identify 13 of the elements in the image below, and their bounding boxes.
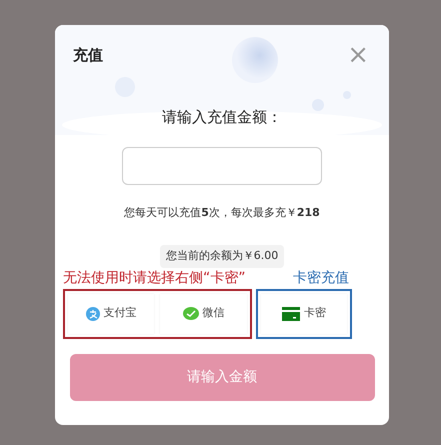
amount-prompt: 请输入充值金额： — [162, 107, 282, 128]
dialog-title: 充值 — [73, 44, 103, 66]
card-button[interactable]: 卡密 — [260, 294, 347, 334]
alipay-button[interactable]: 支付宝 — [68, 294, 154, 334]
card-icon — [282, 306, 300, 320]
balance-label: 您当前的余额为￥6.00 — [160, 245, 284, 268]
limit-note: 您每天可以充值5次，每次最多充￥218 — [124, 204, 320, 220]
wechat-button[interactable]: 微信 — [160, 294, 247, 334]
annotation-text: 无法使用时请选择右侧“卡密” — [63, 268, 246, 288]
amount-field[interactable] — [122, 146, 322, 184]
annotation-text: 卡密充值 — [293, 268, 349, 288]
chat-bubble-icon — [182, 306, 199, 320]
alipay-icon — [86, 306, 100, 320]
